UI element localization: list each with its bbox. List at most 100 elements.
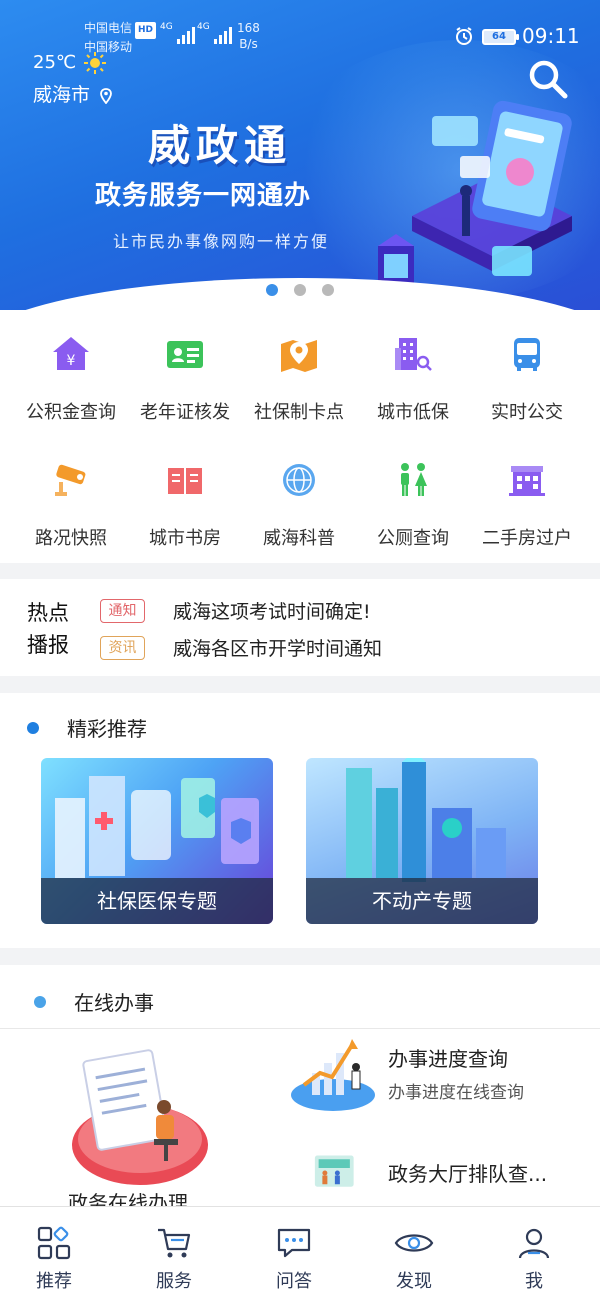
service-city-study[interactable]: 城市书房: [125, 460, 245, 550]
service-label: 城市低保: [377, 402, 449, 423]
card-caption: 社保医保专题: [41, 878, 273, 924]
sun-icon: [83, 52, 106, 74]
service-low-income[interactable]: 城市低保: [353, 334, 473, 424]
service-grid: ¥ 公积金查询 老年证核发 社保制卡点 城市低保 实时公交 路况快照 城市书房 …: [0, 310, 600, 563]
tab-label: 服务: [156, 1271, 192, 1292]
hot-news: 热点 播报 通知 威海这项考试时间确定! 资讯 威海各区市开学时间通知: [0, 579, 600, 676]
service-label: 实时公交: [491, 402, 563, 423]
house-yuan-icon: ¥: [53, 337, 89, 370]
tab-recommend[interactable]: 推荐: [14, 1225, 94, 1293]
service-social-card-point[interactable]: 社保制卡点: [239, 334, 359, 424]
news-headline: 威海各区市开学时间通知: [173, 638, 383, 660]
carrier-info: 中国电信 HD 中国移动: [84, 20, 157, 56]
tab-me[interactable]: 我: [494, 1225, 574, 1293]
cart-icon: [158, 1228, 191, 1258]
bus-icon: [514, 338, 540, 371]
chat-icon: [277, 1228, 311, 1258]
tab-label: 推荐: [36, 1271, 72, 1292]
carousel-dot[interactable]: [294, 284, 306, 296]
speed-value: 168: [237, 21, 260, 35]
news-item[interactable]: 资讯 威海各区市开学时间通知: [100, 634, 382, 661]
service-label: 二手房过户: [482, 528, 572, 549]
bottom-tab-bar: 推荐 服务 问答 发现 我: [0, 1206, 600, 1300]
camera-icon: [55, 464, 86, 496]
progress-chart-icon: [291, 1039, 375, 1111]
carousel-dot[interactable]: [322, 284, 334, 296]
tab-discover[interactable]: 发现: [374, 1225, 454, 1293]
service-label: 公厕查询: [377, 528, 449, 549]
section-header: 在线办事: [27, 987, 154, 1016]
book-icon: [168, 468, 202, 494]
progress-query-title: 办事进度查询: [388, 1047, 508, 1071]
user-icon: [518, 1228, 550, 1259]
queue-icon: [314, 1155, 354, 1187]
progress-query-text: 办事进度查询 办事进度在线查询: [388, 1043, 524, 1103]
weather: 25℃: [33, 52, 106, 74]
tab-qa[interactable]: 问答: [254, 1225, 334, 1293]
tab-label: 发现: [396, 1271, 432, 1292]
banner-title: 威政通: [148, 121, 293, 170]
hot-news-label: 热点 播报: [27, 597, 69, 661]
speed-unit: B/s: [239, 37, 258, 51]
recommend-section: 精彩推荐 社保医保专题 不动产专题: [0, 693, 600, 948]
globe-icon: [283, 464, 315, 496]
carrier-1: 中国电信: [84, 21, 133, 35]
section-title: 在线办事: [74, 991, 154, 1015]
status-bar: 中国电信 HD 中国移动 4G 4G 168 B/s 64 09:11: [0, 0, 600, 56]
section-title: 精彩推荐: [67, 717, 147, 741]
section-dot: [34, 995, 46, 1008]
news-tag-notice: 通知: [100, 598, 145, 623]
banner-illustration: [378, 100, 572, 286]
signal-icon: 4G: [160, 22, 195, 44]
online-services-section: 在线办事 政务在线办理 办事进度查询 办事进度在线查询 政务大厅排队查...: [0, 965, 600, 1215]
service-toilet[interactable]: 公厕查询: [353, 460, 473, 550]
progress-query-subtitle: 办事进度在线查询: [388, 1083, 524, 1103]
id-card-icon: [167, 341, 203, 368]
service-housing-fund[interactable]: ¥ 公积金查询: [11, 334, 131, 424]
house-transfer-icon: [509, 466, 545, 496]
hd-badge: HD: [135, 22, 157, 39]
hall-queue-text: 政务大厅排队查...: [388, 1158, 547, 1187]
tab-service[interactable]: 服务: [134, 1225, 214, 1293]
news-tag-info: 资讯: [100, 635, 145, 660]
signal-icon: 4G: [197, 22, 232, 44]
service-label: 威海科普: [263, 528, 335, 549]
service-realtime-bus[interactable]: 实时公交: [467, 334, 587, 424]
eye-icon: [394, 1234, 434, 1252]
section-dot: [27, 721, 39, 734]
svg-text:¥: ¥: [67, 353, 76, 369]
service-label: 老年证核发: [140, 402, 230, 423]
hall-queue-title: 政务大厅排队查...: [388, 1161, 548, 1186]
location-pin-icon: [100, 87, 112, 104]
card-caption: 不动产专题: [306, 878, 538, 924]
service-label: 路况快照: [35, 528, 107, 549]
recommend-card-real-estate[interactable]: 不动产专题: [306, 758, 538, 924]
carousel-dot[interactable]: [266, 284, 278, 296]
carousel-dots[interactable]: [0, 284, 600, 296]
divider: [0, 1028, 600, 1029]
network-type-2: 4G: [197, 22, 210, 32]
service-house-transfer[interactable]: 二手房过户: [467, 460, 587, 550]
banner-tagline: 让市民办事像网购一样方便: [113, 232, 330, 251]
city-selector[interactable]: 威海市: [33, 80, 112, 107]
tab-label: 我: [525, 1271, 543, 1292]
battery-indicator: 64: [482, 29, 519, 45]
alarm-icon: [456, 27, 472, 45]
banner[interactable]: 中国电信HD 中国移动 4G 4G 168 B/s 64 09:11 25℃: [0, 0, 600, 310]
search-icon[interactable]: [527, 58, 569, 100]
hall-queue-item[interactable]: 政务大厅排队查...: [290, 1153, 547, 1203]
section-header: 精彩推荐: [27, 713, 147, 742]
service-science[interactable]: 威海科普: [239, 460, 359, 550]
toilet-icon: [401, 463, 427, 496]
city-name: 威海市: [33, 84, 91, 106]
service-senior-card[interactable]: 老年证核发: [125, 334, 245, 424]
service-label: 公积金查询: [26, 402, 116, 423]
hot-news-label-line2: 播报: [27, 633, 69, 657]
network-speed: 168 B/s: [237, 20, 260, 52]
service-traffic-snapshot[interactable]: 路况快照: [11, 460, 131, 550]
progress-query-item[interactable]: 办事进度查询 办事进度在线查询: [290, 1033, 524, 1113]
map-pin-icon: [281, 340, 317, 372]
recommend-card-social-insurance[interactable]: 社保医保专题: [41, 758, 273, 924]
banner-subtitle: 政务服务一网通办: [95, 181, 312, 211]
news-item[interactable]: 通知 威海这项考试时间确定!: [100, 597, 371, 624]
